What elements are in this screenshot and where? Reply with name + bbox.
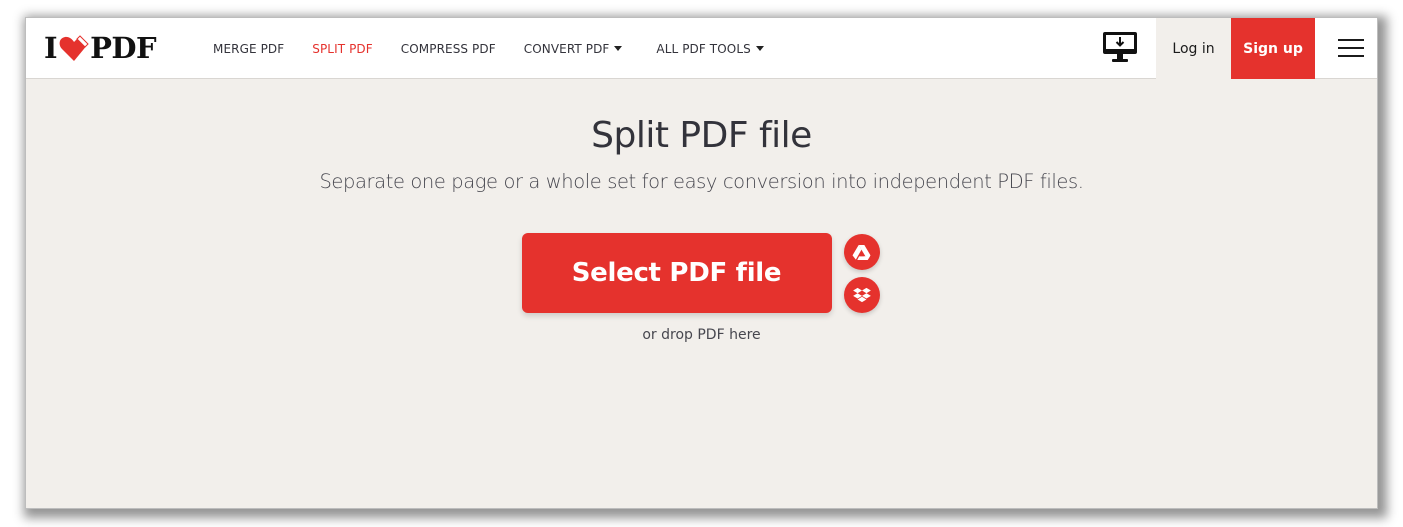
hamburger-menu-icon[interactable] (1338, 39, 1364, 58)
logo-text-i: I (44, 31, 58, 65)
main-nav: MERGE PDF SPLIT PDF COMPRESS PDF CONVERT… (213, 18, 792, 79)
logo-text-pdf: PDF (90, 31, 157, 65)
site-header: I PDF MERGE PDF SPLIT PDF COMPRESS PDF C… (26, 18, 1377, 79)
tool-main: Split PDF file Separate one page or a wh… (26, 80, 1377, 343)
drop-hint: or drop PDF here (642, 327, 761, 343)
google-drive-button[interactable] (843, 234, 880, 270)
dropbox-button[interactable] (843, 277, 880, 313)
page-title: Split PDF file (591, 115, 812, 156)
menu-bar (1338, 55, 1364, 57)
desktop-download-icon (1103, 32, 1137, 62)
desktop-download-button[interactable] (1101, 31, 1139, 65)
menu-bar (1338, 39, 1364, 41)
select-pdf-button[interactable]: Select PDF file (521, 233, 832, 313)
nav-convert-pdf[interactable]: CONVERT PDF (524, 42, 623, 56)
caret-down-icon (614, 46, 623, 51)
nav-label: COMPRESS PDF (400, 41, 496, 56)
page-subtitle: Separate one page or a whole set for eas… (319, 170, 1084, 193)
heart-page-icon (59, 34, 89, 62)
login-button[interactable]: Log in (1156, 18, 1231, 79)
nav-split-pdf[interactable]: SPLIT PDF (312, 42, 373, 56)
nav-label: MERGE PDF (213, 41, 285, 56)
signup-button[interactable]: Sign up (1231, 18, 1315, 79)
nav-all-pdf-tools[interactable]: ALL PDF TOOLS (656, 41, 764, 56)
logo[interactable]: I PDF (44, 31, 157, 65)
google-drive-icon (852, 244, 871, 260)
nav-label: SPLIT PDF (312, 41, 373, 56)
upload-area: Select PDF file (521, 233, 882, 313)
menu-bar (1338, 47, 1364, 49)
nav-label: CONVERT PDF (523, 41, 610, 56)
nav-compress-pdf[interactable]: COMPRESS PDF (401, 42, 496, 56)
nav-merge-pdf[interactable]: MERGE PDF (213, 42, 284, 56)
caret-down-icon (755, 46, 764, 51)
dropbox-icon (852, 287, 871, 303)
nav-label: ALL PDF TOOLS (656, 41, 751, 56)
browser-viewport: I PDF MERGE PDF SPLIT PDF COMPRESS PDF C… (26, 18, 1377, 508)
